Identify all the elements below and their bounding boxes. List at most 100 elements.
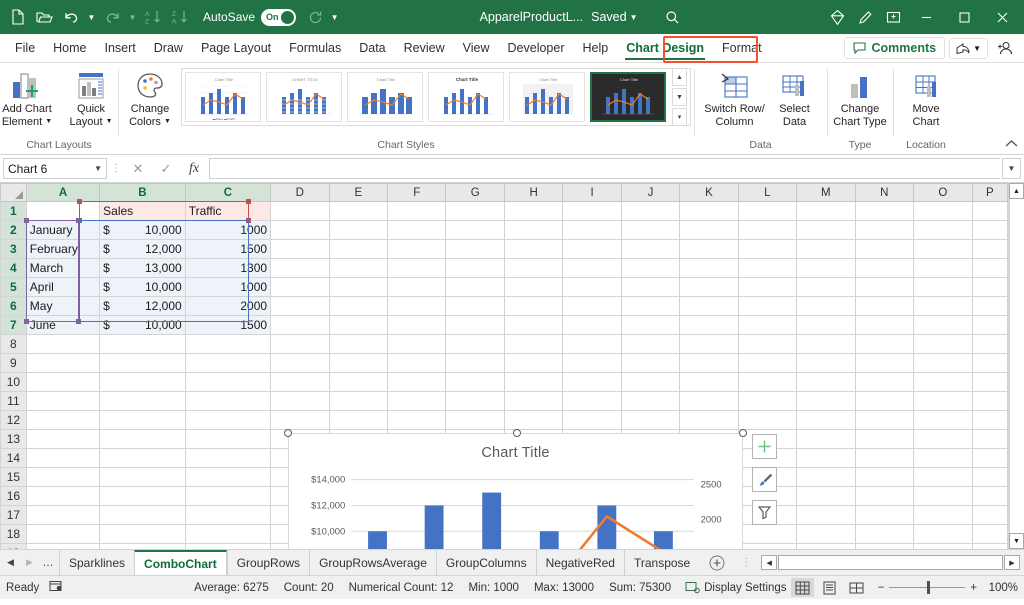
- cell-P5[interactable]: [972, 278, 1007, 297]
- qat-customize-icon[interactable]: ▼: [328, 4, 341, 30]
- cell-P9[interactable]: [972, 354, 1007, 373]
- cell-J8[interactable]: [621, 335, 679, 354]
- cell-A10[interactable]: [26, 373, 99, 392]
- column-header-J[interactable]: J: [621, 184, 679, 202]
- cell-F5[interactable]: [388, 278, 446, 297]
- cell-F10[interactable]: [388, 373, 446, 392]
- document-title[interactable]: ApparelProductL...: [480, 10, 584, 24]
- cell-O16[interactable]: [914, 487, 973, 506]
- cell-O15[interactable]: [914, 468, 973, 487]
- chart-styles-brush-icon[interactable]: [752, 467, 777, 492]
- cell-K7[interactable]: [680, 316, 738, 335]
- cell-C18[interactable]: [185, 525, 270, 544]
- tab-chart-design[interactable]: Chart Design: [617, 34, 713, 62]
- row-header-8[interactable]: 8: [1, 335, 27, 354]
- cell-D5[interactable]: [271, 278, 329, 297]
- cell-C17[interactable]: [185, 506, 270, 525]
- cell-I8[interactable]: [563, 335, 621, 354]
- cell-B10[interactable]: [100, 373, 186, 392]
- column-header-P[interactable]: P: [972, 184, 1007, 202]
- cell-D2[interactable]: [271, 221, 329, 240]
- tab-developer[interactable]: Developer: [499, 34, 574, 62]
- cell-N4[interactable]: [855, 259, 913, 278]
- cell-P12[interactable]: [972, 411, 1007, 430]
- pen-icon[interactable]: [852, 4, 878, 30]
- cell-B15[interactable]: [100, 468, 186, 487]
- cell-O10[interactable]: [914, 373, 973, 392]
- tab-review[interactable]: Review: [395, 34, 454, 62]
- cell-H5[interactable]: [504, 278, 562, 297]
- cell-G9[interactable]: [446, 354, 505, 373]
- chart-handle-n[interactable]: [513, 429, 521, 437]
- share-button[interactable]: ▼: [949, 38, 988, 59]
- cell-A3[interactable]: February: [26, 240, 99, 259]
- cell-A1[interactable]: [26, 202, 99, 221]
- cell-P16[interactable]: [972, 487, 1007, 506]
- column-header-E[interactable]: E: [329, 184, 387, 202]
- select-all-corner[interactable]: [1, 184, 27, 202]
- cell-B14[interactable]: [100, 449, 186, 468]
- cell-J2[interactable]: [621, 221, 679, 240]
- cell-I4[interactable]: [563, 259, 621, 278]
- tab-split-handle[interactable]: ⋮: [735, 550, 757, 575]
- cell-E5[interactable]: [329, 278, 387, 297]
- cell-J10[interactable]: [621, 373, 679, 392]
- cell-B2[interactable]: $10,000: [100, 221, 186, 240]
- cell-F11[interactable]: [388, 392, 446, 411]
- cell-L11[interactable]: [738, 392, 796, 411]
- cell-C14[interactable]: [185, 449, 270, 468]
- cell-C11[interactable]: [185, 392, 270, 411]
- cell-H7[interactable]: [504, 316, 562, 335]
- cell-G11[interactable]: [446, 392, 505, 411]
- cell-K2[interactable]: [680, 221, 738, 240]
- cell-F12[interactable]: [388, 411, 446, 430]
- tab-file[interactable]: File: [6, 34, 44, 62]
- cell-N19[interactable]: [855, 544, 913, 550]
- hscroll-left-arrow-icon[interactable]: ◀: [761, 555, 777, 570]
- cell-A13[interactable]: [26, 430, 99, 449]
- chart-style-thumb-2[interactable]: CHART TITLE: [266, 72, 342, 122]
- cell-P8[interactable]: [972, 335, 1007, 354]
- cell-L9[interactable]: [738, 354, 796, 373]
- cell-O3[interactable]: [914, 240, 973, 259]
- cell-L8[interactable]: [738, 335, 796, 354]
- cell-F9[interactable]: [388, 354, 446, 373]
- cell-O13[interactable]: [914, 430, 973, 449]
- chart-elements-plus-icon[interactable]: [752, 434, 777, 459]
- cell-M6[interactable]: [797, 297, 856, 316]
- move-chart-button[interactable]: Move Chart: [896, 66, 956, 131]
- cell-H2[interactable]: [504, 221, 562, 240]
- cell-N9[interactable]: [855, 354, 913, 373]
- cell-E10[interactable]: [329, 373, 387, 392]
- cell-B18[interactable]: [100, 525, 186, 544]
- formula-input[interactable]: [209, 158, 1000, 179]
- cell-I6[interactable]: [563, 297, 621, 316]
- cell-O5[interactable]: [914, 278, 973, 297]
- column-header-C[interactable]: C: [185, 184, 270, 202]
- cell-K12[interactable]: [680, 411, 738, 430]
- cell-E3[interactable]: [329, 240, 387, 259]
- cell-B17[interactable]: [100, 506, 186, 525]
- sort-descending-icon[interactable]: ZA: [167, 4, 193, 30]
- cell-H8[interactable]: [504, 335, 562, 354]
- cell-J1[interactable]: [621, 202, 679, 221]
- status-max[interactable]: Max: 13000: [534, 582, 594, 594]
- cell-E2[interactable]: [329, 221, 387, 240]
- display-settings-button[interactable]: Display Settings: [685, 581, 786, 594]
- cell-N7[interactable]: [855, 316, 913, 335]
- cell-N16[interactable]: [855, 487, 913, 506]
- chart-style-thumb-5[interactable]: Chart Title: [509, 72, 585, 122]
- cell-L4[interactable]: [738, 259, 796, 278]
- cell-G5[interactable]: [446, 278, 505, 297]
- cell-N11[interactable]: [855, 392, 913, 411]
- refresh-icon[interactable]: [302, 4, 328, 30]
- cell-K1[interactable]: [680, 202, 738, 221]
- add-chart-element-button[interactable]: Add Chart Element ▼: [0, 66, 58, 131]
- status-numerical-count[interactable]: Numerical Count: 12: [349, 582, 454, 594]
- chart-style-thumb-1[interactable]: Chart Title▬Sales ▬Traffic: [185, 72, 261, 122]
- cell-K3[interactable]: [680, 240, 738, 259]
- cell-D3[interactable]: [271, 240, 329, 259]
- cell-A9[interactable]: [26, 354, 99, 373]
- cell-P11[interactable]: [972, 392, 1007, 411]
- zoom-in-button[interactable]: +: [970, 582, 977, 594]
